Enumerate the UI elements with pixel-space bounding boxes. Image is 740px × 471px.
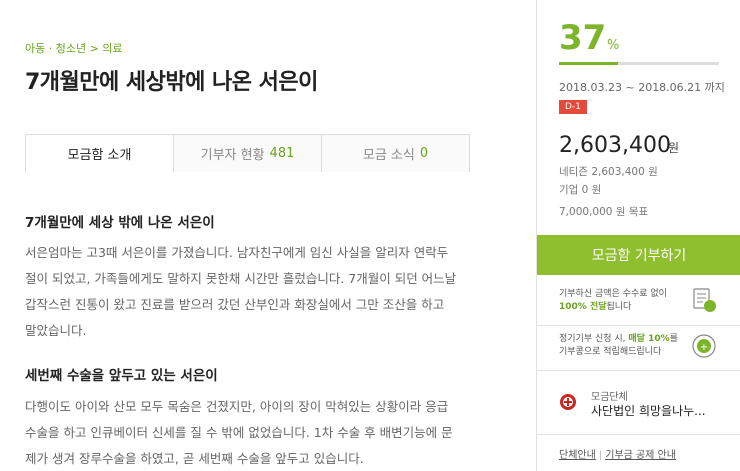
tab-bar: 모금함 소개 기부자 현황 481 모금 소식 0: [25, 134, 470, 173]
breadcrumb[interactable]: 아동 · 청소년 > 의료: [25, 40, 123, 56]
fee-info: 기부하신 금액은 수수료 없이 100% 전달됩니다: [559, 288, 667, 314]
tab-label: 기부자 현황: [200, 148, 265, 163]
section-paragraph: 서은엄마는 고3때 서은이를 가졌습니다. 남자친구에게 임신 사실을 알리자 …: [25, 240, 475, 344]
link-separator: |: [598, 450, 603, 461]
tab-label: 모금함 소개: [67, 148, 132, 163]
tab-count: 481: [269, 146, 295, 161]
campaign-period: 2018.03.23 ~ 2018.06.21 까지: [559, 81, 725, 94]
divider: [537, 325, 740, 326]
organization-name[interactable]: 사단법인 희망을나누...: [591, 402, 706, 419]
tab-news[interactable]: 모금 소식 0: [321, 134, 470, 172]
organization-label: 모금단체: [591, 392, 628, 403]
donate-button[interactable]: 모금함 기부하기: [537, 235, 740, 275]
section-title: 세번째 수술을 앞두고 있는 서은이: [25, 368, 218, 384]
info-highlight: 100% 전달: [559, 302, 607, 312]
paragraph-line: 말았습니다.: [25, 323, 87, 338]
section-title: 7개월만에 세상 밖에 나온 서은이: [25, 215, 215, 231]
info-line: 100% 전달됩니다: [559, 301, 667, 314]
info-line: 정기기부 신청 시, 매달 10%를: [559, 333, 678, 346]
organization-logo-icon: [560, 394, 576, 410]
dday-badge: D-1: [559, 100, 587, 114]
paragraph-line: 제가 생겨 장루수술을 하였고, 곧 세번째 수술을 앞두고 있습니다.: [25, 451, 364, 466]
info-line: 기부콩으로 적립해드립니다: [559, 347, 662, 357]
info-highlight: 매달 10%: [628, 334, 670, 344]
amount-unit: 원: [668, 141, 680, 155]
info-text: 됩니다: [606, 302, 632, 312]
tax-deduction-link[interactable]: 기부금 공제 안내: [605, 450, 676, 461]
paragraph-line: 서은엄마는 고3때 서은이를 가졌습니다. 남자친구에게 임신 사실을 알리자 …: [25, 245, 449, 260]
tab-label: 모금 소식: [362, 148, 415, 163]
organization-links: 단체안내 | 기부금 공제 안내: [559, 446, 676, 461]
paragraph-line: 절이 되었고, 가족들에게도 말하지 못한채 시간만 흘렀습니다. 7개월이 되…: [25, 271, 457, 286]
section-paragraph: 다행이도 아이와 산모 모두 목숨은 건졌지만, 아이의 장이 막혀있는 상황이…: [25, 394, 475, 471]
info-line: 기부하신 금액은 수수료 없이: [559, 289, 667, 299]
tab-count: 0: [419, 146, 429, 161]
raised-amount: 2,603,400: [559, 133, 671, 158]
info-text: 정기기부 신청 시,: [559, 334, 629, 344]
paragraph-line: 다행이도 아이와 산모 모두 목숨은 건졌지만, 아이의 장이 막혀있는 상황이…: [25, 399, 449, 414]
tab-donors[interactable]: 기부자 현황 481: [173, 134, 322, 172]
progress-bar: [559, 62, 719, 65]
netizen-amount: 네티즌 2,603,400 원: [559, 166, 658, 178]
document-coin-icon: [693, 288, 716, 312]
page-title: 7개월만에 세상밖에 나온 서은이: [25, 70, 318, 95]
bean-coin-icon: +: [692, 334, 716, 358]
regular-donation-info: 정기기부 신청 시, 매달 10%를 기부콩으로 적립해드립니다: [559, 333, 678, 359]
donation-sidebar: 37 % 2018.03.23 ~ 2018.06.21 까지 D-1 2,60…: [536, 0, 740, 471]
goal-amount: 7,000,000 원 목표: [559, 206, 649, 218]
paragraph-line: 갑작스런 진통이 왔고 진료를 받으러 갔던 산부인과 화장실에서 그만 조산을…: [25, 297, 445, 312]
divider: [537, 434, 740, 435]
svg-text:+: +: [700, 342, 708, 353]
company-amount: 기업 0 원: [559, 184, 602, 196]
organization-info-link[interactable]: 단체안내: [559, 450, 596, 461]
paragraph-line: 수술을 하고 인큐베이터 신세를 질 수 밖에 없었습니다. 1차 수술 후 배…: [25, 425, 453, 440]
divider: [537, 370, 740, 371]
campaign-main: 아동 · 청소년 > 의료 7개월만에 세상밖에 나온 서은이 모금함 소개 기…: [0, 0, 536, 471]
percent-sign: %: [607, 38, 620, 53]
progress-fill: [559, 62, 619, 65]
info-text: 를: [669, 334, 678, 344]
tab-introduction[interactable]: 모금함 소개: [25, 134, 174, 173]
progress-percent: 37: [559, 18, 607, 58]
